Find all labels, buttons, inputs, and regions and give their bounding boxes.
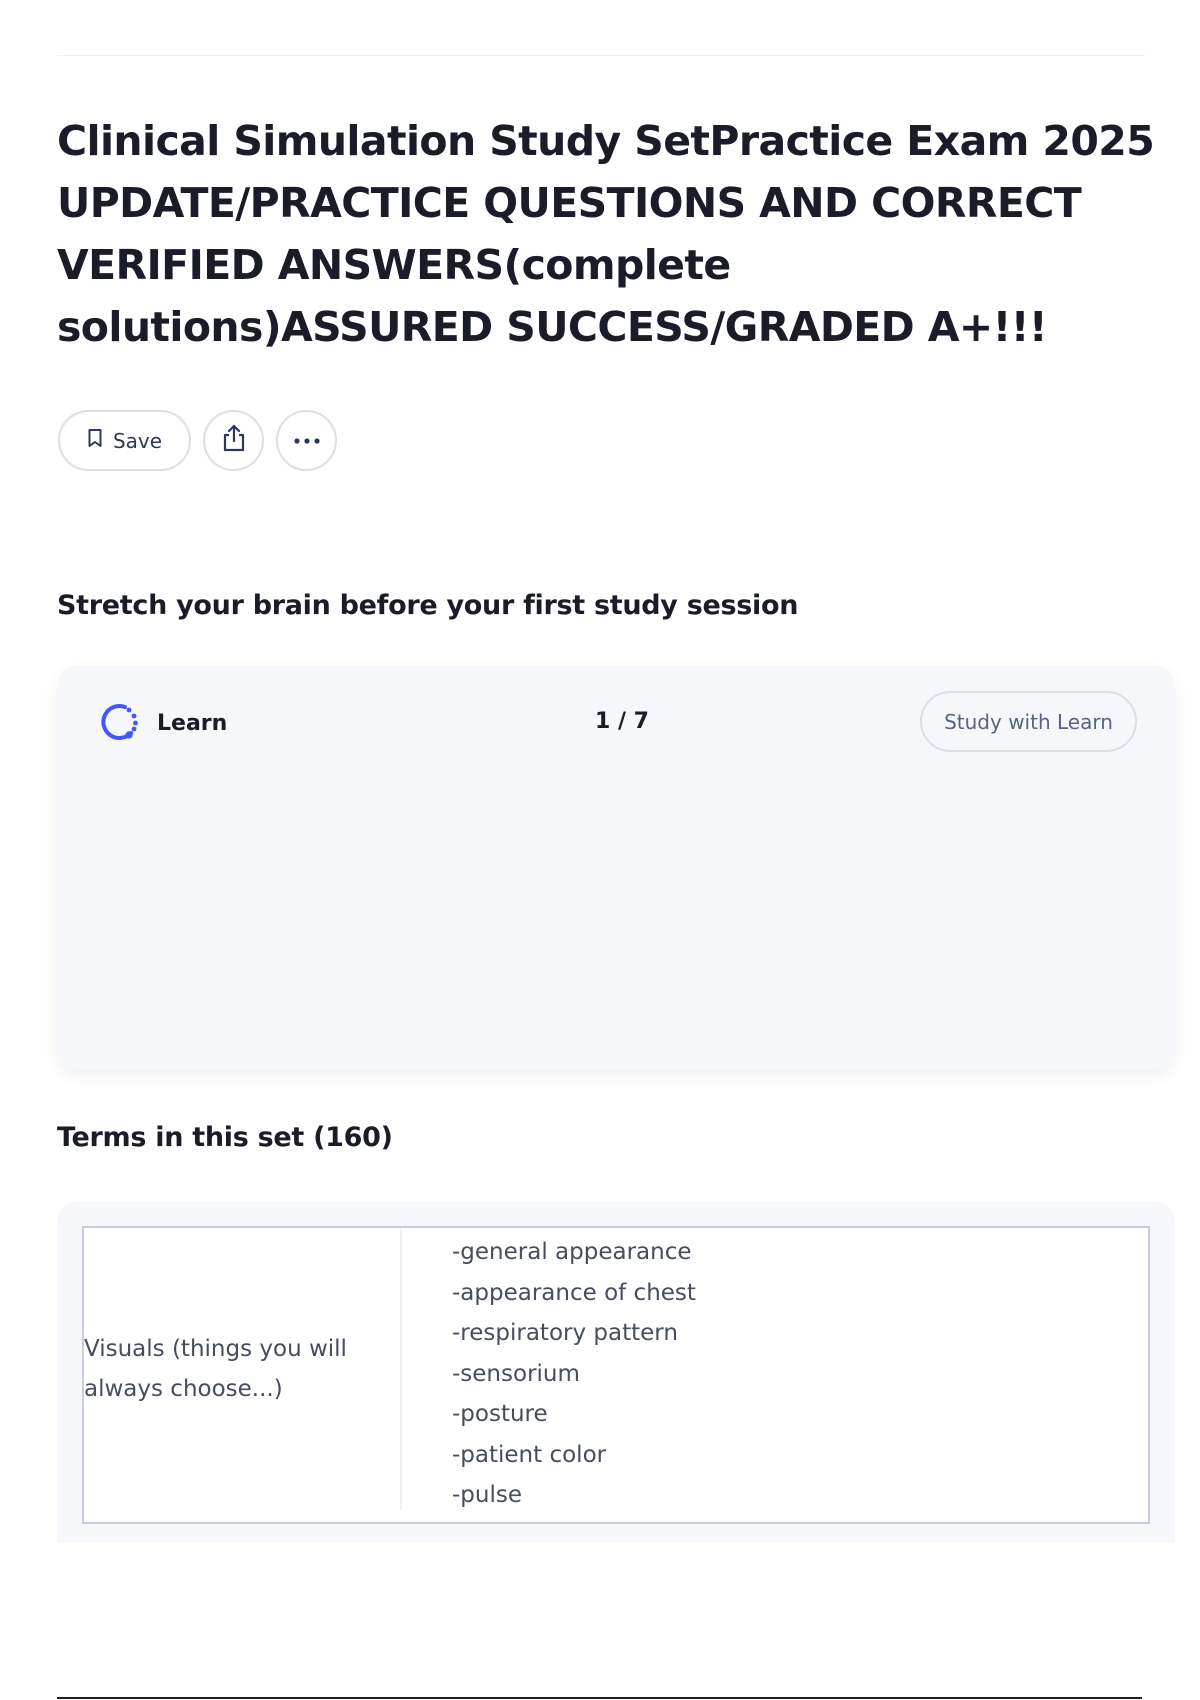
definition-line: -sensorium [452, 1360, 580, 1387]
definition-line: -pulse [452, 1482, 522, 1508]
definition-line: -general appearance [452, 1239, 692, 1265]
definition-text: -general appearance -appearance of chest… [402, 1228, 696, 1522]
top-divider [57, 55, 1145, 56]
share-icon [221, 423, 247, 458]
terms-list: Visuals (things you will always choose..… [57, 1202, 1175, 1542]
learn-mode-header: Learn [97, 699, 227, 748]
learn-icon [97, 699, 141, 748]
term-label: Visuals (things you will always choose..… [84, 1336, 347, 1402]
set-actions: Save [58, 410, 337, 471]
bookmark-icon [87, 428, 103, 453]
definition-line: -appearance of chest [452, 1279, 696, 1306]
learn-card: Learn 1 / 7 Study with Learn [57, 665, 1175, 1070]
terms-section-heading: Terms in this set (160) [57, 1122, 393, 1153]
share-button[interactable] [203, 410, 264, 471]
save-label: Save [112, 428, 163, 453]
definition-line: -posture [452, 1401, 548, 1427]
term-text: Visuals (things you will always choose..… [84, 1228, 402, 1510]
term-card: Visuals (things you will always choose..… [82, 1226, 1150, 1524]
learn-mode-label: Learn [157, 711, 228, 736]
learn-progress-counter: 1 / 7 [595, 709, 649, 734]
learn-section-heading: Stretch your brain before your first stu… [57, 590, 799, 621]
save-button[interactable]: Save [58, 410, 191, 471]
more-horizontal-icon [293, 432, 321, 450]
study-with-learn-button[interactable]: Study with Learn [920, 691, 1137, 752]
definition-line: -patient color [452, 1441, 607, 1468]
more-options-button[interactable] [276, 410, 337, 471]
bottom-divider [57, 1697, 1142, 1699]
page-title: Clinical Simulation Study SetPractice Ex… [57, 117, 1155, 351]
definition-line: -respiratory pattern [452, 1320, 678, 1346]
